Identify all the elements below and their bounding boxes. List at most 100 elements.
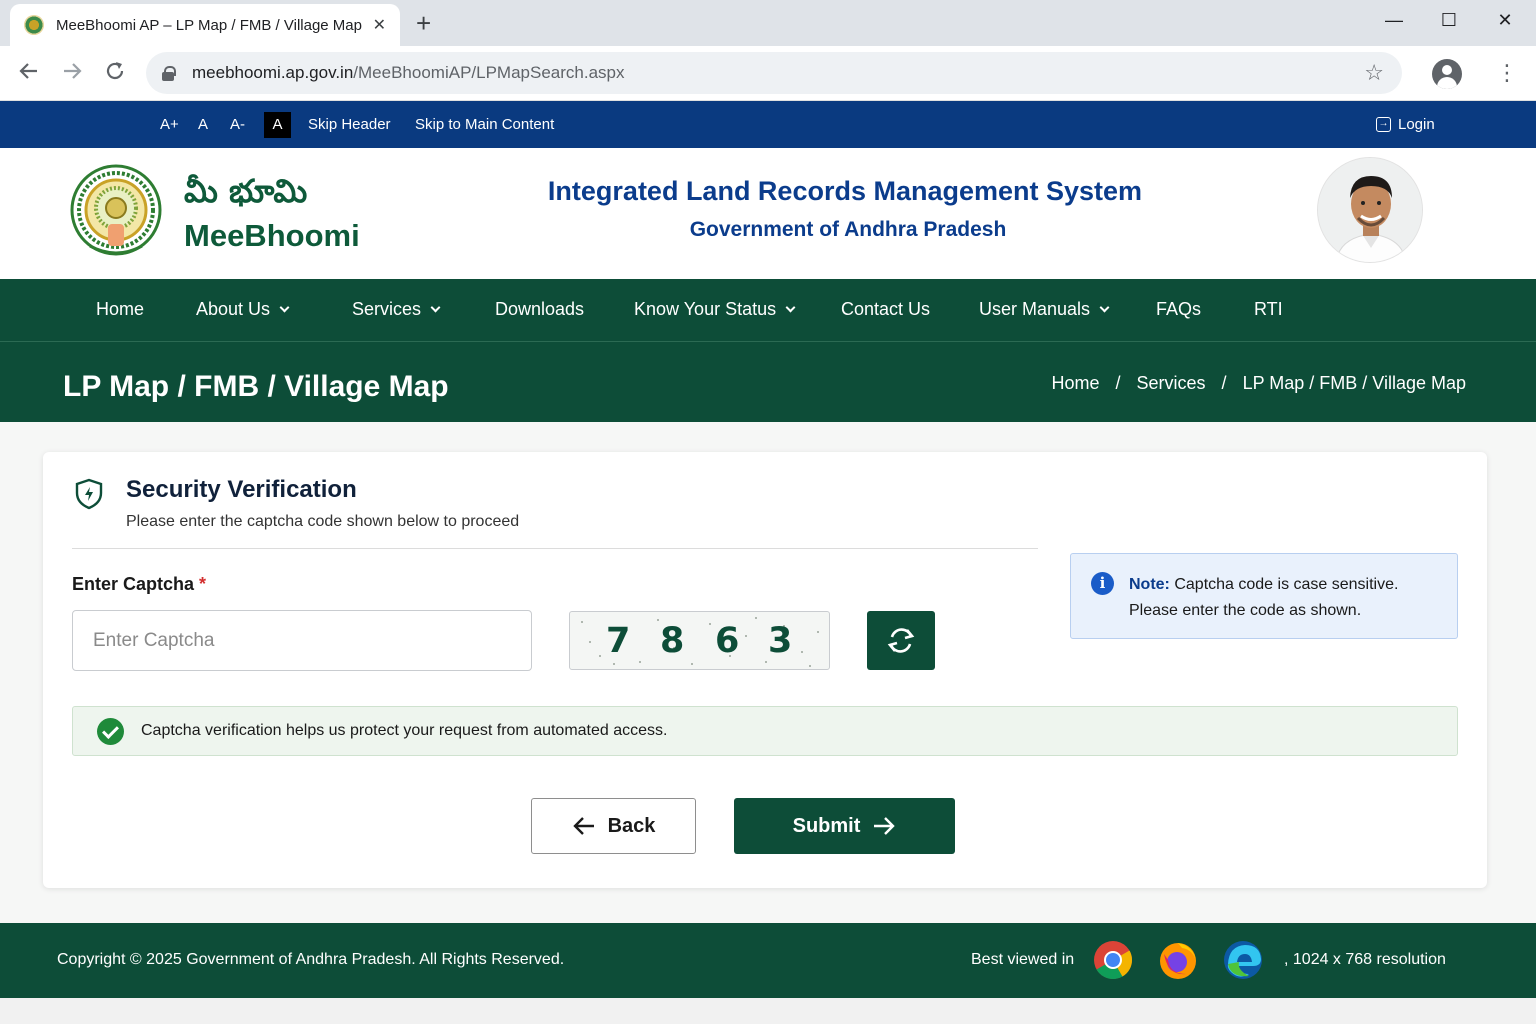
breadcrumb-home[interactable]: Home xyxy=(1051,373,1099,393)
site-footer: Copyright © 2025 Government of Andhra Pr… xyxy=(0,923,1536,998)
lock-icon xyxy=(162,66,176,81)
captcha-digit: 7 xyxy=(606,621,631,661)
refresh-icon xyxy=(887,628,915,653)
skip-main-content-link[interactable]: Skip to Main Content xyxy=(415,116,554,133)
chevron-down-icon xyxy=(279,302,290,313)
ap-emblem-logo[interactable] xyxy=(70,162,162,262)
login-link[interactable]: Login xyxy=(1398,116,1435,133)
brand-name[interactable]: MeeBhoomi xyxy=(184,218,360,254)
chevron-down-icon xyxy=(430,302,441,313)
site-favicon-icon xyxy=(24,15,44,35)
page-title-band: LP Map / FMB / Village Map Home / Services… xyxy=(0,341,1536,422)
chrome-icon xyxy=(1093,940,1133,980)
maximize-button[interactable]: ☐ xyxy=(1434,10,1464,31)
browser-tab-bar: MeeBhoomi AP – LP Map / FMB / Village Ma… xyxy=(0,0,1536,46)
login-icon: → xyxy=(1376,117,1391,132)
brand-telugu: మీ భూమి xyxy=(184,172,308,210)
profile-avatar-icon[interactable] xyxy=(1432,59,1462,89)
main-navigation: Home About Us Services Downloads Know Yo… xyxy=(0,279,1536,341)
url-host: meebhoomi.ap.gov.in xyxy=(192,63,354,82)
note-label: Note: xyxy=(1129,576,1170,593)
captcha-info-text: Captcha verification helps us protect yo… xyxy=(141,722,668,739)
browser-toolbar: meebhoomi.ap.gov.in/MeeBhoomiAP/LPMapSea… xyxy=(0,46,1536,101)
shield-icon xyxy=(75,478,103,510)
nav-about-label: About Us xyxy=(196,299,271,319)
back-arrow-icon[interactable] xyxy=(15,60,43,88)
official-portrait xyxy=(1317,157,1423,263)
nav-faqs[interactable]: FAQs xyxy=(1156,299,1201,320)
nav-home[interactable]: Home xyxy=(96,299,144,320)
verification-title: Security Verification xyxy=(126,476,357,503)
page-bottom xyxy=(0,998,1536,1024)
nav-services[interactable]: Services xyxy=(352,299,441,320)
nav-manuals-label: User Manuals xyxy=(979,299,1091,319)
captcha-info-bar: Captcha verification helps us protect yo… xyxy=(72,706,1458,756)
note-box: i Note: Captcha code is case sensitive. … xyxy=(1070,553,1458,639)
page-title: LP Map / FMB / Village Map xyxy=(63,370,449,403)
note-line-1: Note: Captcha code is case sensitive. xyxy=(1129,576,1398,594)
note-text: Captcha code is case sensitive. xyxy=(1169,576,1399,593)
divider xyxy=(72,548,1038,549)
font-normal-button[interactable]: A xyxy=(198,116,208,133)
nav-services-label: Services xyxy=(352,299,422,319)
browser-tab[interactable]: MeeBhoomi AP – LP Map / FMB / Village Ma… xyxy=(10,4,400,46)
tab-close-icon[interactable]: ✕ xyxy=(373,15,386,35)
skip-header-link[interactable]: Skip Header xyxy=(308,116,391,133)
verification-subtitle: Please enter the captcha code shown belo… xyxy=(126,513,520,530)
submit-button[interactable]: Submit xyxy=(734,798,955,854)
high-contrast-button[interactable]: A xyxy=(264,112,291,138)
breadcrumb-separator: / xyxy=(1221,373,1227,393)
chevron-down-icon xyxy=(785,302,796,313)
url-path: /MeeBhoomiAP/LPMapSearch.aspx xyxy=(353,63,625,82)
nav-about-us[interactable]: About Us xyxy=(196,299,290,320)
arrow-right-icon xyxy=(874,817,896,835)
nav-know-your-status[interactable]: Know Your Status xyxy=(634,299,796,320)
nav-downloads-label: Downloads xyxy=(495,299,585,319)
close-window-button[interactable]: ✕ xyxy=(1490,10,1520,31)
nav-faqs-label: FAQs xyxy=(1156,299,1202,319)
government-title: Government of Andhra Pradesh xyxy=(689,218,1007,241)
font-decrease-button[interactable]: A- xyxy=(230,116,245,133)
nav-rti-label: RTI xyxy=(1254,299,1283,319)
nav-contact-label: Contact Us xyxy=(841,299,931,319)
captcha-label: Enter Captcha * xyxy=(72,574,206,595)
captcha-digit: 6 xyxy=(715,621,740,661)
bookmark-star-icon[interactable]: ☆ xyxy=(1364,60,1384,86)
back-button[interactable]: Back xyxy=(531,798,696,854)
captcha-digit: 3 xyxy=(768,621,793,661)
nav-user-manuals[interactable]: User Manuals xyxy=(979,299,1110,320)
breadcrumb-services[interactable]: Services xyxy=(1137,373,1206,393)
site-header: మీ భూమి MeeBhoomi Integrated Land Record… xyxy=(0,148,1536,279)
breadcrumb-current: LP Map / FMB / Village Map xyxy=(1242,373,1466,393)
required-asterisk: * xyxy=(199,574,207,594)
nav-contact-us[interactable]: Contact Us xyxy=(841,299,930,320)
security-verification-card: Security Verification Please enter the c… xyxy=(43,452,1487,888)
refresh-captcha-button[interactable] xyxy=(867,611,935,670)
new-tab-button[interactable]: + xyxy=(416,10,431,36)
breadcrumb-separator: / xyxy=(1115,373,1121,393)
captcha-digit: 8 xyxy=(660,621,685,661)
tab-title: MeeBhoomi AP – LP Map / FMB / Village Ma… xyxy=(56,16,362,34)
nav-downloads[interactable]: Downloads xyxy=(495,299,584,320)
captcha-image: 7 8 6 3 xyxy=(569,611,830,670)
nav-home-label: Home xyxy=(96,299,145,319)
address-bar[interactable]: meebhoomi.ap.gov.in/MeeBhoomiAP/LPMapSea… xyxy=(146,52,1402,94)
edge-icon xyxy=(1223,940,1263,980)
arrow-left-icon xyxy=(572,817,594,835)
check-circle-icon xyxy=(97,718,124,745)
nav-status-label: Know Your Status xyxy=(634,299,777,319)
forward-arrow-icon[interactable] xyxy=(58,60,86,88)
browser-menu-icon[interactable]: ⋮ xyxy=(1496,60,1518,86)
submit-button-label: Submit xyxy=(792,814,861,837)
info-icon: i xyxy=(1091,572,1114,595)
note-line-2: Please enter the code as shown. xyxy=(1129,602,1362,619)
resolution-text: , 1024 x 768 resolution xyxy=(1284,951,1446,968)
back-button-label: Back xyxy=(607,814,656,837)
captcha-input[interactable] xyxy=(72,610,532,671)
copyright-text: Copyright © 2025 Government of Andhra Pr… xyxy=(57,951,565,968)
chevron-down-icon xyxy=(1099,302,1110,313)
font-increase-button[interactable]: A+ xyxy=(160,116,179,133)
nav-rti[interactable]: RTI xyxy=(1254,299,1283,320)
minimize-button[interactable]: — xyxy=(1379,10,1409,31)
reload-icon[interactable] xyxy=(101,60,129,88)
